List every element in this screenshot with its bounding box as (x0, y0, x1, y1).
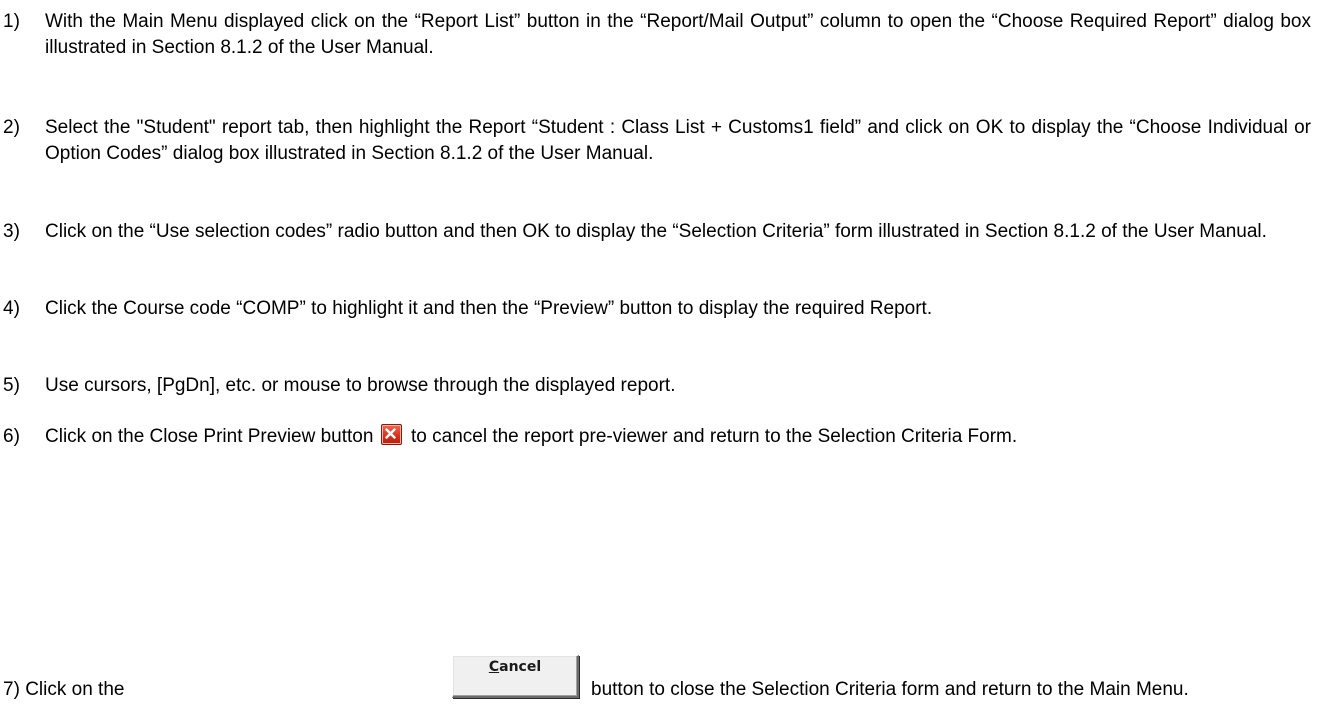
step-text: With the Main Menu displayed click on th… (45, 11, 1311, 58)
step-number: 6) (3, 426, 20, 447)
close-print-preview-icon[interactable] (380, 424, 402, 445)
step-text-after-icon: to cancel the report pre-viewer and retu… (411, 426, 1018, 447)
step-text: Use cursors, [PgDn], etc. or mouse to br… (45, 375, 676, 396)
instruction-page: 1) With the Main Menu displayed click on… (0, 0, 1322, 714)
cancel-button[interactable]: Cancel (452, 655, 579, 698)
step-number: 4) (3, 298, 20, 319)
step-text: Click the Course code “COMP” to highligh… (45, 298, 933, 319)
step-number: 2) (3, 117, 20, 138)
step-number: 3) (3, 221, 20, 242)
step-text-before-button: Click on the (25, 679, 125, 700)
cancel-button-accelerator: C (488, 659, 500, 675)
step-text-after-button: button to close the Selection Criteria f… (591, 679, 1189, 700)
step-7-text-before-button: 7) Click on the (3, 677, 124, 703)
step-number: 5) (3, 375, 20, 396)
step-text: Click on the “Use selection codes” radio… (45, 221, 1267, 242)
step-text-before-icon: Click on the Close Print Preview button (45, 426, 374, 447)
step-number: 1) (3, 11, 20, 32)
step-number: 7) (3, 679, 20, 700)
close-x-icon (385, 428, 396, 439)
step-text: Click on the Close Print Preview button … (45, 424, 1311, 450)
step-text: Select the "Student" report tab, then hi… (45, 117, 1311, 164)
cancel-button-label: ancel (499, 659, 542, 675)
step-7: 7) Click on the Cancel button to close t… (0, 647, 1322, 707)
